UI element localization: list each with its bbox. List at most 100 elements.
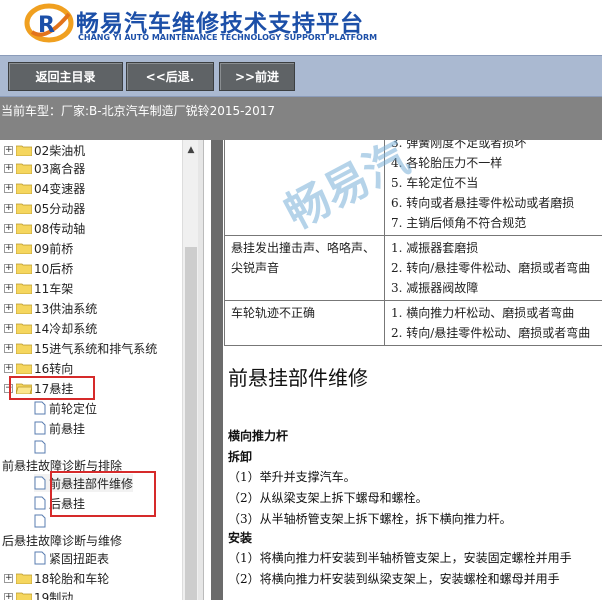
cause-item: 2. 转向/悬挂零件松动、磨损或者弯曲 [391, 326, 591, 340]
section-heading: 前悬挂部件维修 [228, 366, 368, 390]
tree-node-folder[interactable]: +10后桥 [4, 259, 73, 277]
tree-node-label: 09前桥 [34, 241, 74, 256]
folder-icon [16, 343, 32, 354]
tree-node-document[interactable]: 前悬挂 [34, 419, 85, 437]
scroll-thumb[interactable] [185, 247, 197, 600]
cause-item: 4. 各轮胎压力不一样 [391, 156, 503, 170]
tree-node-folder[interactable]: +18轮胎和车轮 [4, 569, 109, 587]
brand-logo: R [24, 3, 74, 43]
tree-node-document[interactable]: 紧固扭距表 [34, 549, 109, 567]
cause-item: 3. 减振器阀故障 [391, 281, 479, 295]
content-pane: 3. 弹簧刚度不足或者损坏 4. 各轮胎压力不一样 5. 车轮定位不当 6. 转向或者… [204, 140, 602, 600]
folder-icon [16, 263, 32, 274]
cause-item: 2. 转向/悬挂零件松动、磨损或者弯曲 [391, 261, 591, 275]
tree-node-label: 前悬挂 [49, 421, 86, 436]
expand-icon[interactable]: + [4, 203, 13, 213]
tree-node-folder[interactable]: +13供油系统 [4, 299, 97, 317]
expand-icon[interactable]: + [4, 145, 13, 155]
tree-node-folder[interactable]: +11车架 [4, 279, 73, 297]
cause-item: 5. 车轮定位不当 [391, 176, 479, 190]
expand-icon[interactable]: + [4, 243, 13, 253]
remove-step: （3）从半轴桥管支架上拆下螺栓，拆下横向推力杆。 [228, 512, 512, 526]
expand-icon[interactable]: + [4, 183, 13, 193]
expand-icon[interactable]: + [4, 223, 13, 233]
content-left-border [211, 140, 223, 600]
forward-button[interactable]: >>前进 [219, 62, 295, 91]
tree-node-label: 后悬挂故障诊断与维修 [2, 533, 123, 548]
expand-icon[interactable]: + [4, 573, 13, 583]
brand-subtitle: CHANG YI AUTO MAINTENANCE TECHNOLOGY SUP… [78, 33, 378, 42]
table-row: 车轮轨迹不正确 1. 横向推力杆松动、磨损或者弯曲 2. 转向/悬挂零件松动、磨损或… [224, 300, 602, 346]
folder-icon [16, 203, 32, 214]
expand-icon[interactable]: + [4, 263, 13, 273]
home-button[interactable]: 返回主目录 [8, 62, 123, 91]
document-icon [34, 421, 46, 435]
tree-node-folder[interactable]: +05分动器 [4, 199, 85, 217]
document-icon [34, 476, 46, 490]
tree-node-label: 13供油系统 [34, 301, 98, 316]
install-title: 安装 [228, 531, 253, 545]
cause-item: 1. 减振器套磨损 [391, 241, 479, 255]
tree-node-label: 紧固扭距表 [49, 551, 110, 566]
tree-scrollbar[interactable]: ▲ [182, 140, 198, 600]
folder-icon [16, 363, 32, 374]
logo-letter: R [38, 13, 55, 38]
folder-icon [16, 223, 32, 234]
expand-icon[interactable]: + [4, 343, 13, 353]
folder-icon [16, 163, 32, 174]
document-icon [34, 551, 46, 565]
expand-icon[interactable]: + [4, 163, 13, 173]
tree-node-label: 15进气系统和排气系统 [34, 341, 158, 356]
highlight-box-suspension [9, 376, 95, 400]
remove-step: （1）举升并支撑汽车。 [228, 470, 356, 484]
tree-node-label: 08传动轴 [34, 221, 86, 236]
tree-node-folder[interactable]: +16转向 [4, 359, 73, 377]
tree-node-folder[interactable]: +09前桥 [4, 239, 73, 257]
folder-icon [16, 573, 32, 584]
toolbar: 返回主目录 <<后退. >>前进 [0, 55, 602, 97]
document-icon [34, 440, 46, 454]
current-vehicle-bar: 当前车型：厂家:B-北京汽车制造厂锐铃2015-2017 [0, 97, 602, 140]
table-row: 3. 弹簧刚度不足或者损坏 4. 各轮胎压力不一样 5. 车轮定位不当 6. 转向或者… [224, 140, 602, 236]
expand-icon[interactable]: + [4, 323, 13, 333]
expand-icon[interactable]: + [4, 592, 13, 600]
tree-node-document[interactable] [34, 512, 49, 530]
part-title: 横向推力杆 [228, 429, 289, 443]
tree-node-folder[interactable]: +03离合器 [4, 159, 85, 177]
tree-node-folder[interactable]: +08传动轴 [4, 219, 85, 237]
tree-node-label: 03离合器 [34, 161, 86, 176]
tree-node-label: 02柴油机 [34, 143, 86, 158]
folder-icon [16, 145, 32, 156]
tree-node-folder[interactable]: +02柴油机 [4, 141, 85, 159]
symptom-cell: 悬挂发出撞击声、咯咯声、尖锐声音 [224, 235, 385, 301]
symptom-cell: 车轮轨迹不正确 [224, 300, 385, 346]
folder-icon [16, 183, 32, 194]
folder-icon [16, 283, 32, 294]
causes-cell: 3. 弹簧刚度不足或者损坏 4. 各轮胎压力不一样 5. 车轮定位不当 6. 转向或者… [384, 140, 602, 236]
scroll-up-arrow-icon[interactable]: ▲ [183, 142, 199, 158]
install-step: （1）将横向推力杆安装到半轴桥管支架上，安装固定螺栓并用手 [228, 551, 572, 565]
cause-item: 3. 弹簧刚度不足或者损坏 [391, 140, 527, 150]
folder-icon [16, 592, 32, 600]
current-vehicle-text: 当前车型：厂家:B-北京汽车制造厂锐铃2015-2017 [1, 102, 275, 119]
tree-node-document[interactable]: 前轮定位 [34, 399, 97, 417]
tree-node-label: 前轮定位 [49, 401, 98, 416]
tree-node-folder[interactable]: +14冷却系统 [4, 319, 97, 337]
tree-node-label: 19制动 [34, 590, 74, 600]
tree-node-folder[interactable]: +19制动 [4, 588, 73, 600]
causes-cell: 1. 减振器套磨损 2. 转向/悬挂零件松动、磨损或者弯曲 3. 减振器阀故障 [384, 235, 602, 301]
back-button[interactable]: <<后退. [126, 62, 214, 91]
folder-icon [16, 243, 32, 254]
tree-node-folder[interactable]: +04变速器 [4, 179, 85, 197]
fault-table: 3. 弹簧刚度不足或者损坏 4. 各轮胎压力不一样 5. 车轮定位不当 6. 转向或者… [224, 140, 602, 346]
table-row: 悬挂发出撞击声、咯咯声、尖锐声音 1. 减振器套磨损 2. 转向/悬挂零件松动、磨损… [224, 235, 602, 301]
expand-icon[interactable]: + [4, 303, 13, 313]
header: R 畅易汽车维修技术支持平台 CHANG YI AUTO MAINTENANCE… [0, 0, 602, 55]
causes-cell: 1. 横向推力杆松动、磨损或者弯曲 2. 转向/悬挂零件松动、磨损或者弯曲 [384, 300, 602, 346]
expand-icon[interactable]: + [4, 363, 13, 373]
tree-group-label[interactable]: 后悬挂故障诊断与维修 [2, 531, 122, 549]
tree-node-document[interactable] [34, 438, 49, 456]
app-window: R 畅易汽车维修技术支持平台 CHANG YI AUTO MAINTENANCE… [0, 0, 602, 600]
tree-node-folder[interactable]: +15进气系统和排气系统 [4, 339, 157, 357]
expand-icon[interactable]: + [4, 283, 13, 293]
